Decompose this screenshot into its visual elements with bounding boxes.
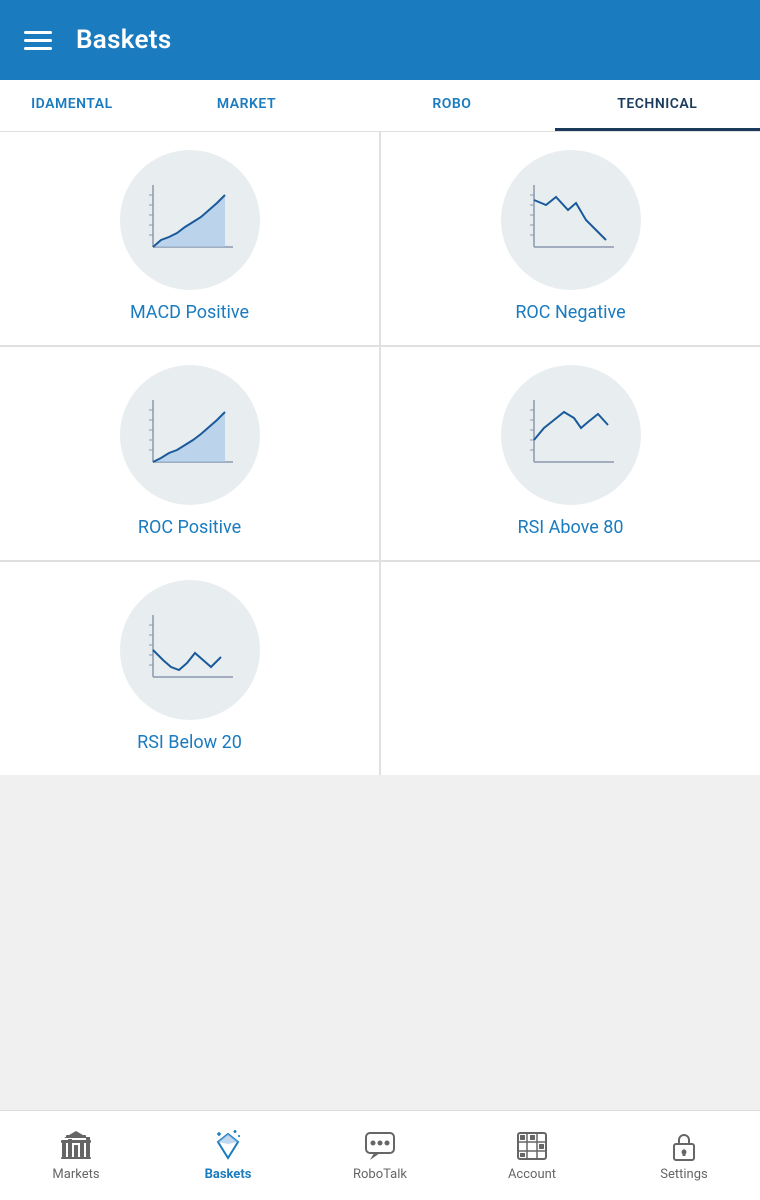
page-title: Baskets [76, 25, 172, 55]
card-macd-positive[interactable]: MACD Positive [0, 132, 379, 345]
baskets-label: Baskets [205, 1167, 252, 1182]
robotalk-icon [363, 1129, 397, 1163]
hamburger-menu-icon[interactable] [24, 31, 52, 50]
card-roc-positive[interactable]: ROC Positive [0, 347, 379, 560]
robotalk-label: RoboTalk [353, 1167, 407, 1182]
account-icon [515, 1129, 549, 1163]
tab-bar: IDAMENTAL MARKET ROBO TECHNICAL [0, 80, 760, 132]
baskets-icon [211, 1129, 245, 1163]
nav-item-robotalk[interactable]: RoboTalk [304, 1111, 456, 1200]
markets-label: Markets [52, 1167, 99, 1182]
basket-grid-content: MACD Positive ROC Negativ [0, 132, 760, 1110]
card-rsi-above-80[interactable]: RSI Above 80 [381, 347, 760, 560]
tab-robo[interactable]: ROBO [349, 80, 554, 131]
tab-market[interactable]: MARKET [144, 80, 349, 131]
nav-item-markets[interactable]: Markets [0, 1111, 152, 1200]
macd-positive-label: MACD Positive [130, 302, 249, 323]
basket-grid: MACD Positive ROC Negativ [0, 132, 760, 775]
roc-positive-label: ROC Positive [138, 517, 241, 538]
roc-negative-chart [516, 175, 626, 265]
card-empty [381, 562, 760, 775]
settings-icon: $ [667, 1129, 701, 1163]
roc-positive-chart [135, 390, 245, 480]
roc-negative-label: ROC Negative [515, 302, 625, 323]
card-rsi-below-20[interactable]: RSI Below 20 [0, 562, 379, 775]
bottom-navigation: Markets Baskets [0, 1110, 760, 1200]
tab-technical[interactable]: TECHNICAL [555, 80, 760, 131]
roc-positive-icon-circle [120, 365, 260, 505]
svg-text:$: $ [682, 1149, 686, 1157]
nav-item-baskets[interactable]: Baskets [152, 1111, 304, 1200]
rsi-below-20-chart [135, 605, 245, 695]
nav-item-account[interactable]: Account [456, 1111, 608, 1200]
rsi-below-20-label: RSI Below 20 [137, 732, 242, 753]
settings-label: Settings [660, 1167, 707, 1182]
nav-item-settings[interactable]: $ Settings [608, 1111, 760, 1200]
roc-negative-icon-circle [501, 150, 641, 290]
card-roc-negative[interactable]: ROC Negative [381, 132, 760, 345]
rsi-above-80-chart [516, 390, 626, 480]
macd-positive-icon-circle [120, 150, 260, 290]
markets-icon [59, 1129, 93, 1163]
rsi-above-80-icon-circle [501, 365, 641, 505]
rsi-above-80-label: RSI Above 80 [518, 517, 624, 538]
rsi-below-20-icon-circle [120, 580, 260, 720]
app-header: Baskets [0, 0, 760, 80]
account-label: Account [508, 1167, 556, 1182]
tab-fundamental[interactable]: IDAMENTAL [0, 80, 144, 131]
macd-positive-chart [135, 175, 245, 265]
